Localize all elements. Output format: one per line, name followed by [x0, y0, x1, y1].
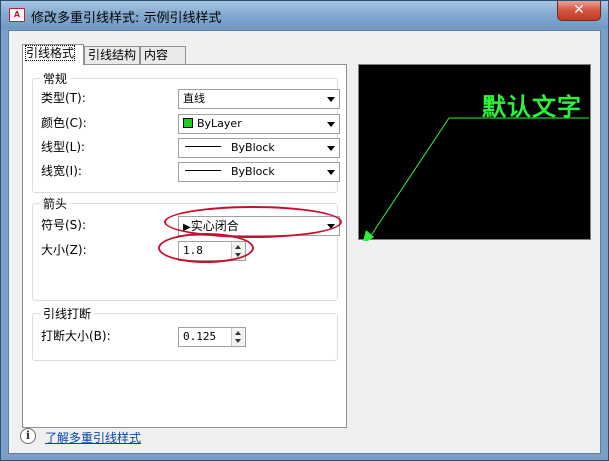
autocad-app-icon: A — [9, 8, 25, 22]
spin-up-icon — [235, 331, 241, 335]
dialog-client-area: 引线格式 引线结构 内容 常规 类型(T): 直线 颜色(C): ByLayer — [8, 30, 601, 454]
spin-up-icon — [235, 245, 241, 249]
break-size-value: 0.125 — [183, 330, 217, 343]
spin-down-icon — [235, 339, 241, 343]
closed-filled-arrowhead — [363, 230, 374, 241]
spinner-buttons[interactable] — [231, 328, 245, 346]
type-dropdown[interactable]: 直线 — [178, 89, 340, 109]
title-bar[interactable]: A 修改多重引线样式: 示例引线样式 ✕ — [1, 1, 608, 29]
arrow-size-spinner[interactable]: 1.8 — [178, 241, 246, 261]
spinner-buttons[interactable] — [231, 242, 245, 260]
chevron-down-icon — [327, 224, 335, 229]
tab-leader-structure[interactable]: 引线结构 — [84, 46, 140, 64]
arrowhead-group-title: 箭头 — [40, 195, 71, 212]
type-label: 类型(T): — [41, 91, 86, 105]
color-swatch-icon — [183, 118, 193, 128]
window-title: 修改多重引线样式: 示例引线样式 — [31, 11, 222, 26]
spin-down-icon — [235, 253, 241, 257]
leader-format-panel: 常规 类型(T): 直线 颜色(C): ByLayer 线型(L): ByBlo… — [22, 64, 347, 428]
chevron-down-icon — [327, 170, 335, 175]
closed-filled-arrow-icon: ▶ — [183, 222, 191, 233]
arrowhead-group: 箭头 符号(S): ▶实心闭合 大小(Z): 1.8 — [32, 195, 340, 301]
preview-pane: 默认文字 — [358, 64, 591, 241]
break-size-spinner[interactable]: 0.125 — [178, 327, 246, 347]
symbol-dropdown[interactable]: ▶实心闭合 — [178, 216, 340, 236]
tab-leader-format[interactable]: 引线格式 — [22, 44, 84, 65]
general-group: 常规 类型(T): 直线 颜色(C): ByLayer 线型(L): ByBlo… — [32, 70, 340, 193]
tab-leader-format-label: 引线格式 — [24, 45, 76, 61]
tab-content[interactable]: 内容 — [140, 46, 186, 64]
lineweight-dropdown-value: ByBlock — [231, 165, 275, 178]
info-icon: i — [20, 428, 36, 444]
leader-break-group: 引线打断 打断大小(B): 0.125 — [32, 305, 338, 361]
line-sample-icon — [185, 170, 221, 171]
arrow-size-value: 1.8 — [183, 244, 203, 257]
leader-break-group-title: 引线打断 — [40, 305, 95, 322]
general-group-title: 常规 — [40, 70, 71, 87]
chevron-down-icon — [327, 97, 335, 102]
tab-leader-structure-label: 引线结构 — [88, 48, 137, 62]
chevron-down-icon — [327, 122, 335, 127]
linetype-dropdown-value: ByBlock — [231, 141, 275, 154]
dialog-window: A 修改多重引线样式: 示例引线样式 ✕ 引线格式 引线结构 内容 常规 类型(… — [0, 0, 609, 461]
color-label: 颜色(C): — [41, 116, 87, 130]
preview-default-text: 默认文字 — [482, 92, 582, 121]
color-dropdown-value: ByLayer — [197, 117, 242, 130]
linetype-dropdown[interactable]: ByBlock — [178, 138, 340, 158]
break-size-label: 打断大小(B): — [41, 329, 111, 343]
lineweight-label: 线宽(I): — [41, 164, 82, 178]
lineweight-dropdown[interactable]: ByBlock — [178, 162, 340, 182]
symbol-label: 符号(S): — [41, 218, 87, 232]
chevron-down-icon — [327, 146, 335, 151]
symbol-dropdown-value: 实心闭合 — [190, 219, 239, 233]
line-sample-icon — [185, 146, 221, 147]
size-label: 大小(Z): — [41, 243, 87, 257]
type-dropdown-value: 直线 — [183, 92, 205, 105]
learn-multileader-styles-link[interactable]: 了解多重引线样式 — [45, 429, 141, 446]
color-dropdown[interactable]: ByLayer — [178, 114, 340, 134]
leader-diagonal-line — [367, 117, 450, 241]
linetype-label: 线型(L): — [41, 140, 86, 154]
tab-content-label: 内容 — [144, 48, 169, 62]
close-button[interactable]: ✕ — [557, 1, 601, 21]
